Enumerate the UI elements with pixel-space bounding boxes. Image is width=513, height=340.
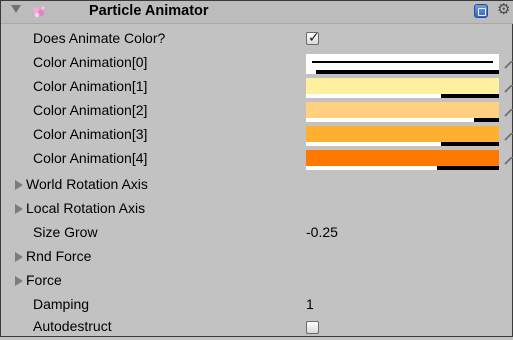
checkmark-icon: ✓: [308, 29, 320, 45]
foldout-arrow-icon[interactable]: [15, 252, 23, 262]
color-animation-row: Color Animation[2]: [1, 100, 513, 124]
autodestruct-label: Autodestruct: [33, 318, 112, 334]
eyedropper-icon[interactable]: [504, 85, 513, 95]
local-rotation-axis-row[interactable]: Local Rotation Axis: [1, 198, 513, 222]
eyedropper-icon[interactable]: [504, 61, 513, 71]
component-title: Particle Animator: [89, 3, 209, 19]
color-animation-row: Color Animation[1]: [1, 76, 513, 100]
autodestruct-checkbox[interactable]: [306, 321, 319, 334]
world-rotation-axis-label: World Rotation Axis: [26, 176, 148, 192]
does-animate-color-checkbox[interactable]: ✓: [306, 29, 320, 45]
alpha-bar: [306, 142, 441, 146]
color-animation-label: Color Animation[3]: [33, 126, 148, 142]
help-book-icon[interactable]: [474, 4, 488, 18]
color-animation-label: Color Animation[2]: [33, 102, 148, 118]
alpha-bar: [306, 94, 441, 98]
autodestruct-row: Autodestruct: [1, 316, 513, 340]
gear-icon[interactable]: ⚙: [497, 2, 510, 18]
color-animation-row: Color Animation[4]: [1, 148, 513, 172]
rnd-force-row[interactable]: Rnd Force: [1, 246, 513, 270]
particle-component-icon: [33, 6, 45, 18]
color-fill: [306, 126, 499, 142]
color-animation-label: Color Animation[4]: [33, 150, 148, 166]
force-label: Force: [26, 272, 62, 288]
color-animation-label: Color Animation[0]: [33, 54, 148, 70]
alpha-bar: [306, 70, 316, 74]
color-fill: [306, 150, 499, 166]
does-animate-color-row: Does Animate Color? ✓: [1, 28, 513, 52]
alpha-bar-remainder: [316, 70, 499, 74]
damping-row: Damping 1: [1, 294, 513, 318]
local-rotation-axis-label: Local Rotation Axis: [26, 200, 146, 216]
size-grow-label: Size Grow: [33, 224, 98, 240]
size-grow-row: Size Grow -0.25: [1, 222, 513, 246]
foldout-arrow-icon[interactable]: [15, 204, 23, 214]
alpha-bar: [306, 166, 437, 170]
foldout-arrow-icon[interactable]: [11, 5, 21, 13]
color-animation-row: Color Animation[0]: [1, 52, 513, 76]
foldout-arrow-icon[interactable]: [15, 276, 23, 286]
alpha-bar-remainder: [441, 142, 499, 146]
world-rotation-axis-row[interactable]: World Rotation Axis: [1, 174, 513, 198]
alpha-bar: [306, 118, 474, 122]
component-header[interactable]: Particle Animator ⚙: [1, 1, 513, 24]
eyedropper-icon[interactable]: [504, 157, 513, 167]
color-animation-label: Color Animation[1]: [33, 78, 148, 94]
rnd-force-label: Rnd Force: [26, 248, 92, 264]
force-row[interactable]: Force: [1, 270, 513, 294]
color-animation-row: Color Animation[3]: [1, 124, 513, 148]
color-field[interactable]: [306, 102, 499, 122]
color-field[interactable]: [306, 126, 499, 146]
size-grow-field[interactable]: -0.25: [306, 224, 338, 240]
color-fill: [306, 102, 499, 118]
color-fill: [306, 78, 499, 94]
inspector-panel: Particle Animator ⚙ Does Animate Color? …: [0, 0, 513, 337]
eyedropper-icon[interactable]: [504, 133, 513, 143]
does-animate-color-label: Does Animate Color?: [33, 30, 166, 46]
damping-field[interactable]: 1: [306, 296, 314, 312]
alpha-bar-remainder: [437, 166, 499, 170]
eyedropper-icon[interactable]: [504, 109, 513, 119]
color-field[interactable]: [306, 150, 499, 170]
color-field[interactable]: [306, 54, 499, 74]
alpha-bar-remainder: [441, 94, 499, 98]
damping-label: Damping: [33, 296, 90, 312]
foldout-arrow-icon[interactable]: [15, 180, 23, 190]
alpha-bar-remainder: [474, 118, 499, 122]
alpha-line: [312, 61, 493, 63]
color-field[interactable]: [306, 78, 499, 98]
